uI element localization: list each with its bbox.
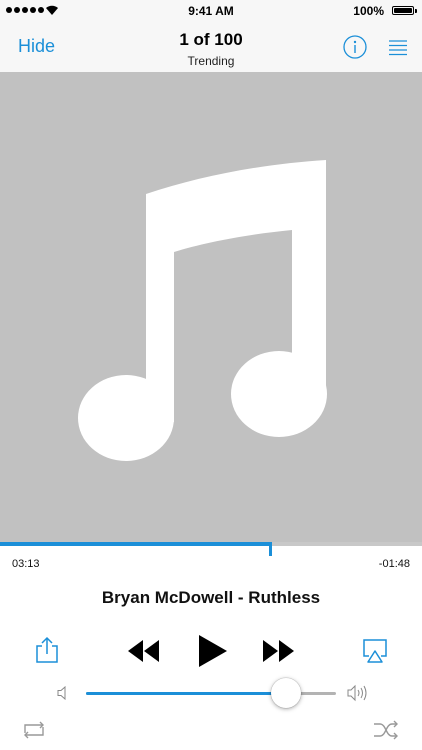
battery-icon [392, 6, 417, 15]
airplay-icon[interactable] [362, 638, 388, 664]
playback-scrubber[interactable] [269, 542, 273, 556]
volume-slider[interactable] [86, 678, 336, 708]
volume-high-icon [347, 684, 367, 702]
nav-bar: Hide 1 of 100 Trending [0, 22, 422, 72]
battery-percentage: 100% [353, 4, 384, 18]
fast-forward-icon[interactable] [263, 640, 295, 662]
elapsed-time: 03:13 [12, 558, 40, 570]
track-title: Bryan McDowell - Ruthless [101, 588, 321, 607]
volume-slider-knob[interactable] [271, 678, 301, 708]
remaining-time: -01:48 [378, 558, 410, 570]
album-artwork [0, 72, 422, 542]
shuffle-icon[interactable] [372, 720, 400, 740]
play-icon[interactable] [199, 635, 227, 667]
volume-slider-fill [86, 692, 286, 695]
list-icon[interactable] [388, 39, 408, 57]
share-icon[interactable] [34, 636, 60, 664]
status-bar: 9:41 AM 100% [0, 0, 422, 22]
playback-progress-fill [0, 542, 271, 546]
repeat-icon[interactable] [20, 720, 48, 740]
volume-low-icon [57, 686, 66, 700]
music-note-icon [78, 160, 327, 461]
rewind-icon[interactable] [128, 640, 160, 662]
now-playing-screen: 9:41 AM 100% Hide 1 of 100 Trending 03:1… [0, 0, 422, 750]
info-icon[interactable] [343, 35, 367, 59]
playback-progress-bar[interactable] [0, 542, 422, 556]
